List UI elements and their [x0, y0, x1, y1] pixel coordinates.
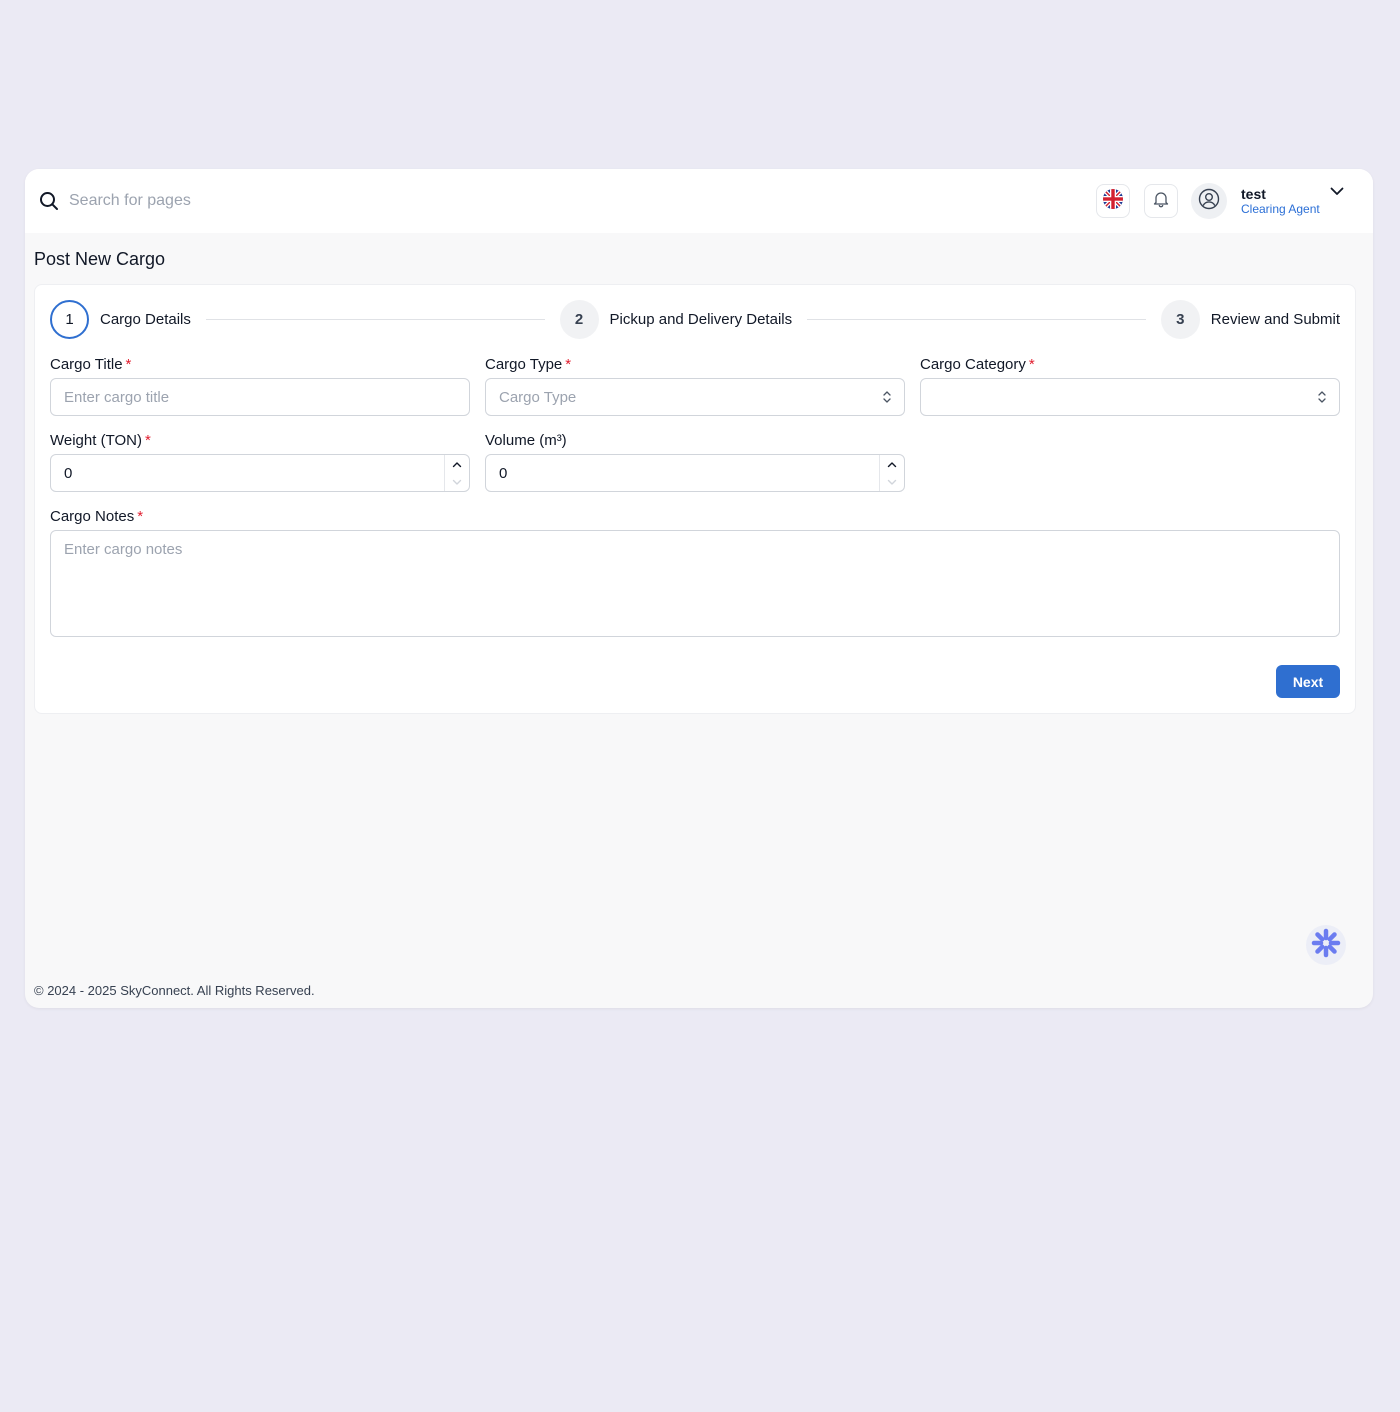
decrement-arrow-icon[interactable]	[887, 473, 897, 491]
avatar[interactable]	[1191, 183, 1227, 219]
cargo-type-field: Cargo Type * Cargo Type	[485, 355, 905, 416]
cargo-notes-label: Cargo Notes *	[50, 507, 1340, 527]
cargo-form-card: 1 Cargo Details 2 Pickup and Delivery De…	[34, 284, 1356, 714]
cargo-category-label: Cargo Category *	[920, 355, 1340, 375]
volume-input[interactable]	[486, 455, 904, 491]
step-connector	[205, 318, 545, 320]
cargo-notes-field: Cargo Notes *	[50, 507, 1340, 637]
volume-stepper	[879, 455, 904, 491]
cargo-notes-box	[50, 530, 1340, 637]
user-circle-icon	[1198, 188, 1220, 215]
label-text: Volume (m³)	[485, 432, 567, 449]
step-pickup-delivery[interactable]: 2 Pickup and Delivery Details	[559, 299, 793, 339]
footer-copyright: © 2024 - 2025 SkyConnect. All Rights Res…	[34, 983, 315, 998]
step-number: 3	[1160, 299, 1200, 339]
required-mark: *	[125, 356, 132, 373]
top-actions: test Clearing Agent	[1096, 183, 1359, 219]
required-mark: *	[144, 432, 151, 449]
required-mark: *	[137, 508, 144, 525]
top-bar: test Clearing Agent	[25, 169, 1373, 233]
cargo-title-field: Cargo Title *	[50, 355, 470, 416]
label-text: Cargo Category	[920, 356, 1026, 373]
increment-arrow-icon[interactable]	[452, 455, 462, 473]
uk-flag-icon	[1102, 188, 1124, 215]
step-number: 1	[50, 299, 89, 339]
label-text: Cargo Title	[50, 356, 123, 373]
step-cargo-details[interactable]: 1 Cargo Details	[50, 299, 191, 339]
weight-stepper	[444, 455, 469, 491]
increment-arrow-icon[interactable]	[887, 455, 897, 473]
weight-input[interactable]	[51, 455, 469, 491]
assistant-widget-button[interactable]	[1306, 925, 1346, 965]
label-text: Cargo Type	[485, 356, 563, 373]
stepper: 1 Cargo Details 2 Pickup and Delivery De…	[50, 299, 1340, 339]
decrement-arrow-icon[interactable]	[452, 473, 462, 491]
asterisk-spinner-icon	[1311, 928, 1341, 963]
next-button[interactable]: Next	[1276, 665, 1340, 698]
language-button[interactable]	[1096, 184, 1130, 218]
user-menu-toggle[interactable]	[1329, 183, 1345, 204]
cargo-title-input[interactable]	[51, 379, 469, 415]
bell-icon	[1153, 190, 1169, 213]
search-bar	[39, 191, 1096, 211]
volume-box	[485, 454, 905, 492]
step-review-submit[interactable]: 3 Review and Submit	[1160, 299, 1340, 339]
step-label: Pickup and Delivery Details	[609, 310, 793, 328]
cargo-notes-textarea[interactable]	[51, 531, 1339, 636]
cargo-type-selected: Cargo Type	[499, 388, 577, 406]
search-input[interactable]	[69, 192, 369, 210]
step-label: Review and Submit	[1210, 310, 1340, 328]
cargo-type-label: Cargo Type *	[485, 355, 905, 375]
cargo-category-select[interactable]	[920, 378, 1340, 416]
label-text: Weight (TON)	[50, 432, 142, 449]
volume-label: Volume (m³)	[485, 431, 905, 451]
app-window: test Clearing Agent Post New Cargo 1 Car…	[25, 169, 1373, 1008]
step-connector	[807, 318, 1146, 320]
page-title: Post New Cargo	[34, 249, 166, 269]
required-mark: *	[565, 356, 572, 373]
required-mark: *	[1028, 356, 1035, 373]
weight-field: Weight (TON) *	[50, 431, 470, 492]
label-text: Cargo Notes	[50, 508, 135, 525]
user-info[interactable]: test Clearing Agent	[1241, 186, 1329, 217]
user-name: test	[1241, 185, 1266, 202]
chevron-down-icon	[1329, 183, 1345, 204]
volume-field: Volume (m³)	[485, 431, 905, 492]
chevron-up-down-icon	[1317, 390, 1327, 409]
chevron-up-down-icon	[882, 390, 892, 409]
cargo-title-box	[50, 378, 470, 416]
cargo-title-label: Cargo Title *	[50, 355, 470, 375]
user-role: Clearing Agent	[1241, 201, 1320, 216]
step-number: 2	[559, 299, 599, 339]
step-label: Cargo Details	[100, 310, 191, 328]
cargo-type-select[interactable]: Cargo Type	[485, 378, 905, 416]
weight-box	[50, 454, 470, 492]
cargo-category-field: Cargo Category *	[920, 355, 1340, 416]
weight-label: Weight (TON) *	[50, 431, 470, 451]
notifications-button[interactable]	[1144, 184, 1178, 218]
search-icon	[39, 191, 59, 211]
